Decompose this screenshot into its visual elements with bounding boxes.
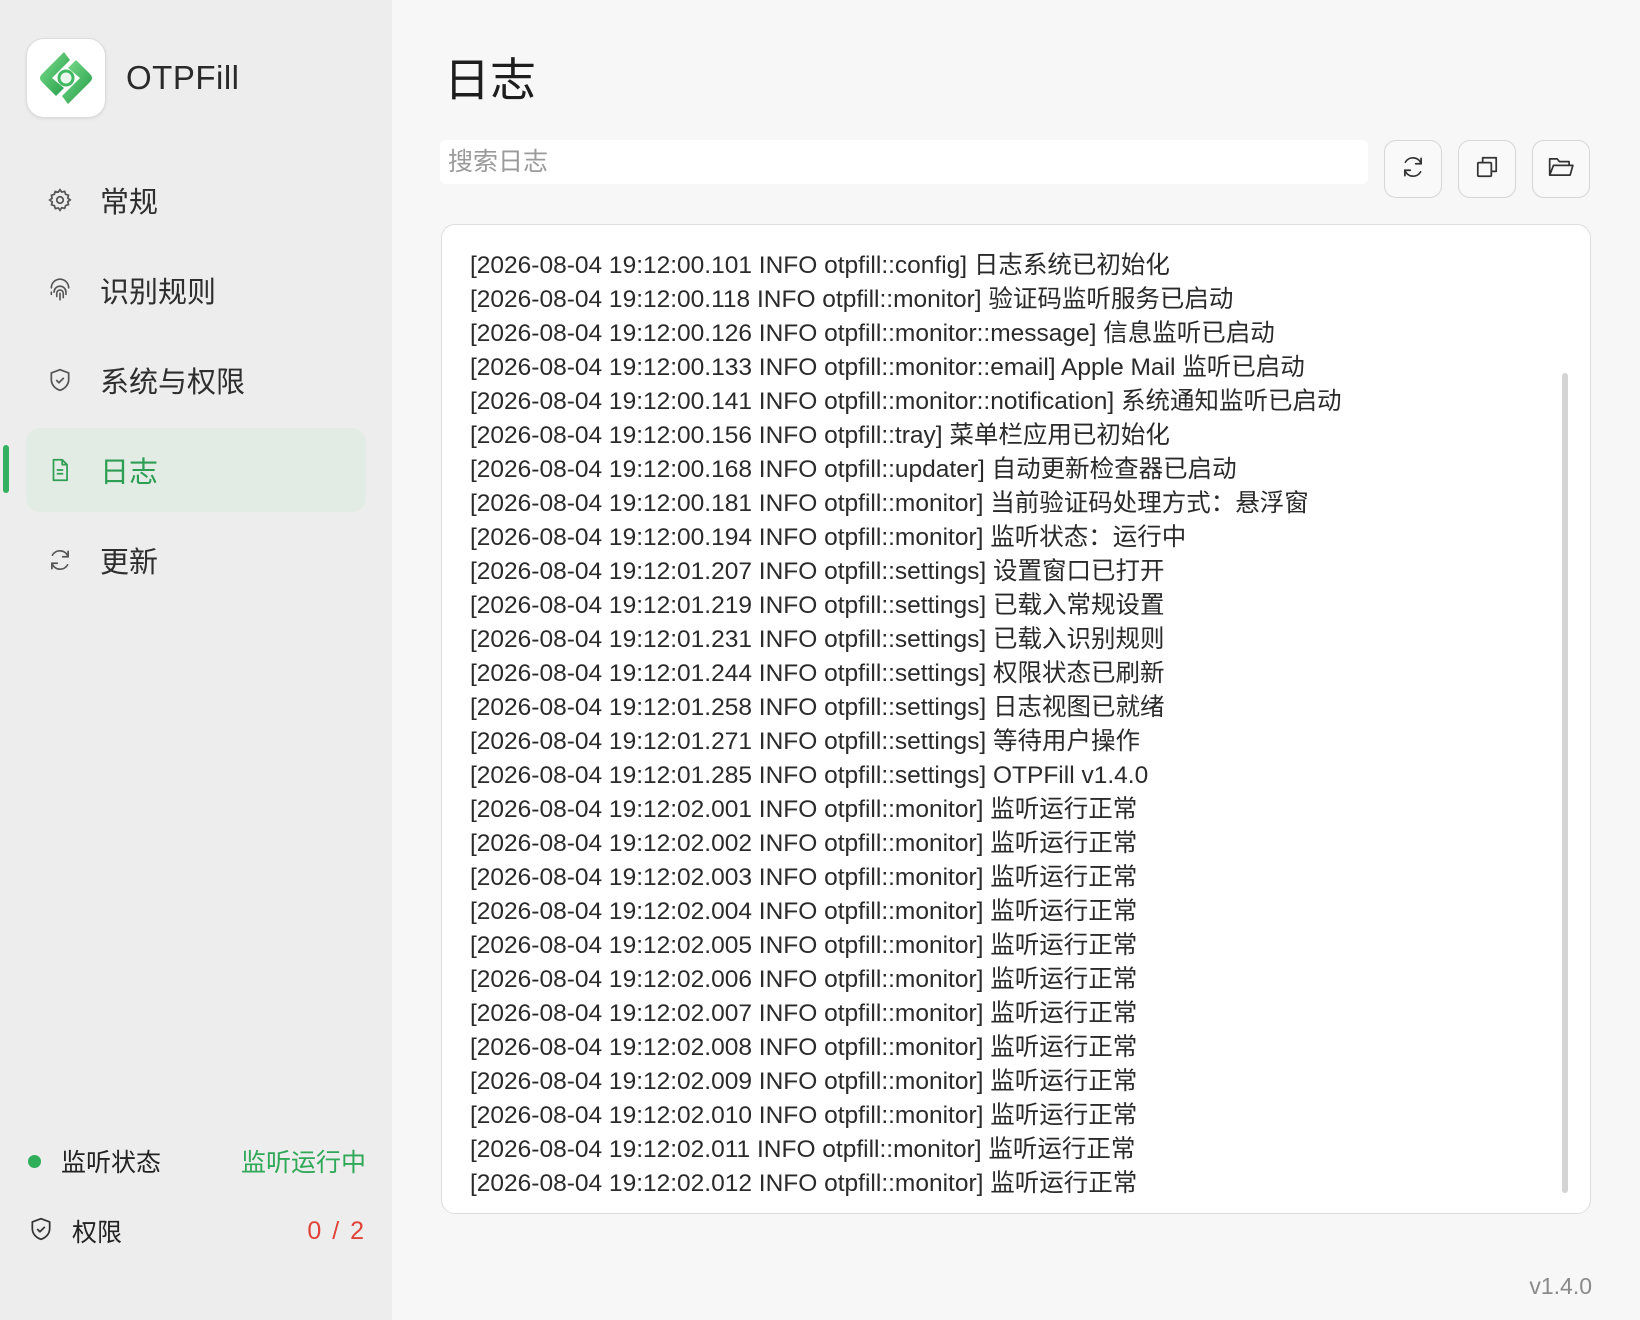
log-line: [2026-08-04 19:12:02.012 INFO otpfill::m… (470, 1170, 1138, 1197)
log-line: [2026-08-04 19:12:01.219 INFO otpfill::s… (470, 592, 1165, 619)
log-line: [2026-08-04 19:12:01.207 INFO otpfill::s… (470, 558, 1165, 585)
log-line: [2026-08-04 19:12:02.002 INFO otpfill::m… (470, 830, 1138, 857)
log-list: [2026-08-04 19:12:00.101 INFO otpfill::c… (470, 249, 1550, 1201)
refresh-icon (1400, 154, 1426, 185)
app-name: OTPFill (126, 59, 240, 96)
sidebar-item-system-permissions[interactable]: 系统与权限 (26, 338, 366, 422)
active-indicator (3, 445, 9, 493)
log-line: [2026-08-04 19:12:02.006 INFO otpfill::m… (470, 966, 1138, 993)
page-title: 日志 (444, 54, 536, 106)
sidebar-item-label: 更新 (100, 547, 159, 579)
copy-icon (1474, 154, 1500, 185)
sidebar: OTPFill 常规 识别规则 系统与权限 日志 更新 监听状态 监听运行中 权… (0, 0, 392, 1320)
sidebar-item-logs[interactable]: 日志 (26, 428, 366, 512)
sidebar-nav: 常规 识别规则 系统与权限 日志 更新 (26, 158, 366, 608)
log-line: [2026-08-04 19:12:02.011 INFO otpfill::m… (470, 1136, 1136, 1163)
brand: OTPFill (26, 38, 240, 118)
search-input[interactable] (440, 140, 1368, 184)
log-line: [2026-08-04 19:12:01.271 INFO otpfill::s… (470, 728, 1140, 755)
log-line: [2026-08-04 19:12:01.244 INFO otpfill::s… (470, 660, 1165, 687)
log-line: [2026-08-04 19:12:00.126 INFO otpfill::m… (470, 320, 1275, 347)
sidebar-item-label: 系统与权限 (100, 367, 246, 399)
listen-status: 监听状态 监听运行中 (28, 1142, 366, 1180)
status-dot (28, 1154, 41, 1168)
app-logo (26, 38, 106, 118)
log-line: [2026-08-04 19:12:02.003 INFO otpfill::m… (470, 864, 1138, 891)
sidebar-item-label: 日志 (100, 457, 159, 489)
sidebar-item-rules[interactable]: 识别规则 (26, 248, 366, 332)
log-panel[interactable]: [2026-08-04 19:12:00.101 INFO otpfill::c… (441, 224, 1591, 1214)
refresh-icon (46, 546, 74, 574)
log-line: [2026-08-04 19:12:02.010 INFO otpfill::m… (470, 1102, 1138, 1129)
log-line: [2026-08-04 19:12:01.258 INFO otpfill::s… (470, 694, 1165, 721)
permission-status[interactable]: 权限 0 / 2 (28, 1212, 366, 1250)
open-folder-button[interactable] (1532, 140, 1590, 198)
copy-button[interactable] (1458, 140, 1516, 198)
log-line: [2026-08-04 19:12:00.101 INFO otpfill::c… (470, 252, 1170, 279)
sidebar-item-update[interactable]: 更新 (26, 518, 366, 602)
document-icon (46, 456, 74, 484)
gear-icon (46, 186, 74, 214)
log-line: [2026-08-04 19:12:00.194 INFO otpfill::m… (470, 524, 1187, 551)
log-line: [2026-08-04 19:12:00.118 INFO otpfill::m… (470, 286, 1234, 313)
sidebar-item-label: 识别规则 (100, 277, 217, 309)
log-line: [2026-08-04 19:12:00.133 INFO otpfill::m… (470, 354, 1305, 381)
version-label: v1.4.0 (1529, 1273, 1592, 1299)
log-line: [2026-08-04 19:12:02.007 INFO otpfill::m… (470, 1000, 1138, 1027)
listen-status-label: 监听状态 (61, 1149, 162, 1177)
log-line: [2026-08-04 19:12:00.168 INFO otpfill::u… (470, 456, 1237, 483)
log-line: [2026-08-04 19:12:00.141 INFO otpfill::m… (470, 388, 1342, 415)
log-line: [2026-08-04 19:12:00.156 INFO otpfill::t… (470, 422, 1170, 449)
refresh-button[interactable] (1384, 140, 1442, 198)
sidebar-item-general[interactable]: 常规 (26, 158, 366, 242)
log-line: [2026-08-04 19:12:02.004 INFO otpfill::m… (470, 898, 1138, 925)
folder-icon (1547, 154, 1575, 185)
log-line: [2026-08-04 19:12:02.009 INFO otpfill::m… (470, 1068, 1138, 1095)
permission-count: 0 / 2 (307, 1216, 366, 1245)
log-line: [2026-08-04 19:12:02.001 INFO otpfill::m… (470, 796, 1138, 823)
log-line: [2026-08-04 19:12:02.008 INFO otpfill::m… (470, 1034, 1138, 1061)
shield-icon (46, 366, 74, 394)
log-line: [2026-08-04 19:12:01.285 INFO otpfill::s… (470, 762, 1149, 789)
log-line: [2026-08-04 19:12:01.231 INFO otpfill::s… (470, 626, 1165, 653)
shield-icon (28, 1216, 54, 1247)
log-line: [2026-08-04 19:12:00.181 INFO otpfill::m… (470, 490, 1309, 517)
log-line: [2026-08-04 19:12:02.005 INFO otpfill::m… (470, 932, 1138, 959)
scrollbar[interactable] (1562, 373, 1568, 1193)
listen-status-value: 监听运行中 (240, 1149, 366, 1177)
permission-label: 权限 (72, 1219, 123, 1247)
fingerprint-icon (46, 276, 74, 304)
sidebar-item-label: 常规 (100, 187, 159, 219)
